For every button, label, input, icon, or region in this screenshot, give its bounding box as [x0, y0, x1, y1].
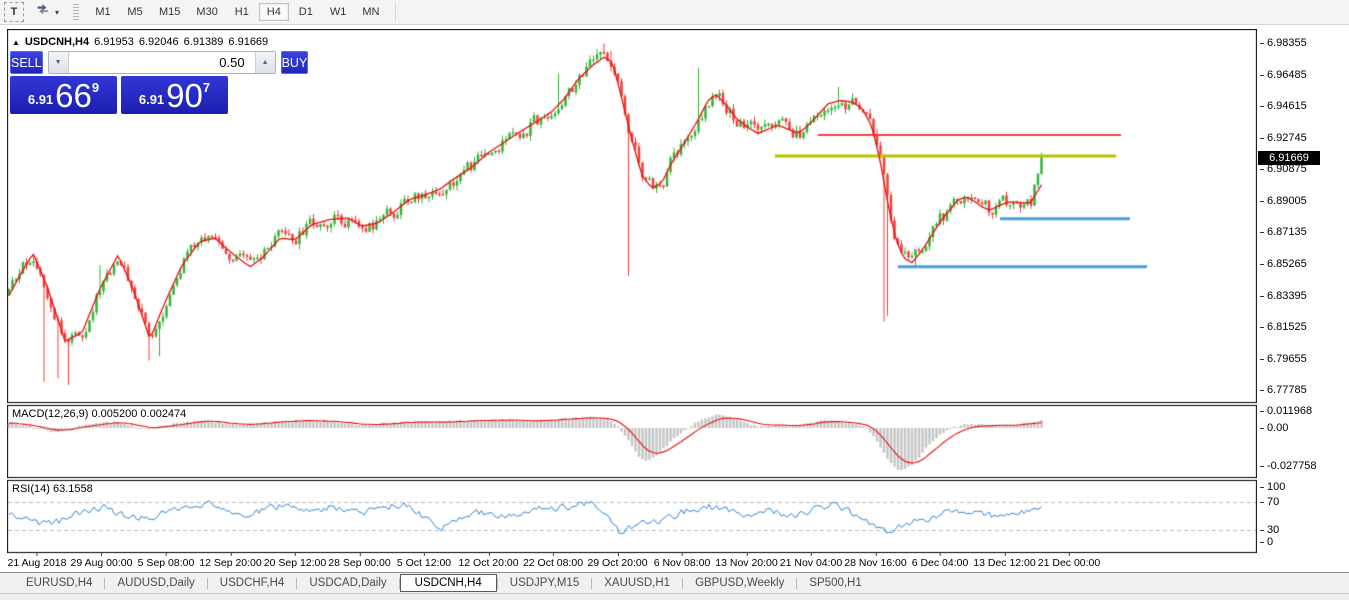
- text-tool-button[interactable]: T: [4, 2, 24, 22]
- macd-tick-label: 0.00: [1260, 422, 1288, 434]
- date-tick-label: 21 Dec 00:00: [1038, 557, 1100, 569]
- chart-tab-usdcad-daily[interactable]: USDCAD,Daily: [297, 575, 398, 591]
- date-tick-label: 5 Oct 12:00: [397, 557, 451, 569]
- timeframe-button-d1[interactable]: D1: [291, 3, 321, 21]
- buy-button[interactable]: BUY: [281, 51, 309, 74]
- price-tick-label: 6.77785: [1260, 384, 1307, 396]
- date-tick-label: 13 Nov 20:00: [715, 557, 777, 569]
- rsi-tick-label: 100: [1260, 481, 1285, 493]
- sell-price-prefix: 6.91: [28, 92, 53, 107]
- order-arrows-icon: [36, 4, 51, 21]
- timeframe-button-m15[interactable]: M15: [152, 3, 187, 21]
- date-tick-label: 29 Oct 20:00: [587, 557, 647, 569]
- date-tick-label: 6 Nov 08:00: [654, 557, 711, 569]
- top-toolbar: T ▾ M1M5M15M30H1H4D1W1MN: [0, 0, 1349, 25]
- date-tick-label: 21 Aug 2018: [8, 557, 67, 569]
- date-tick-label: 12 Oct 20:00: [458, 557, 518, 569]
- rsi-indicator-label: RSI(14) 63.1558: [12, 483, 93, 495]
- date-tick-label: 6 Dec 04:00: [912, 557, 969, 569]
- low-value: 6.91389: [184, 36, 224, 48]
- volume-input[interactable]: [69, 52, 255, 73]
- price-tick-label: 6.79655: [1260, 353, 1307, 365]
- price-axis: 6.983556.964856.946156.927456.908756.890…: [1258, 29, 1349, 554]
- sell-price-display[interactable]: 6.91 66 9: [10, 76, 117, 114]
- dropdown-caret-icon: ▾: [55, 8, 59, 17]
- price-tick-label: 6.83395: [1260, 290, 1307, 302]
- timeframe-toolbar: M1M5M15M30H1H4D1W1MN: [87, 0, 387, 25]
- price-tick-label: 6.85265: [1260, 258, 1307, 270]
- date-tick-label: 22 Oct 08:00: [523, 557, 583, 569]
- spinner-up-icon: ▲: [262, 59, 269, 66]
- rsi-tick-label: 70: [1260, 496, 1279, 508]
- macd-indicator-label: MACD(12,26,9) 0.005200 0.002474: [12, 408, 186, 420]
- chart-tab-sp500-h1[interactable]: SP500,H1: [797, 575, 873, 591]
- mt4-terminal-window: T ▾ M1M5M15M30H1H4D1W1MN ▲ USDCNH,H4 6.9…: [0, 0, 1349, 600]
- chart-tab-gbpusd-weekly[interactable]: GBPUSD,Weekly: [683, 575, 796, 591]
- sell-price-main: 66: [55, 81, 92, 111]
- price-tick-label: 6.94615: [1260, 100, 1307, 112]
- volume-stepper: ▼ ▲: [48, 51, 276, 74]
- volume-decrease-button[interactable]: ▼: [49, 52, 69, 73]
- order-arrows-button[interactable]: ▾: [32, 2, 63, 22]
- symbol-label: USDCNH,H4: [25, 36, 89, 48]
- chart-tab-usdjpy-m15[interactable]: USDJPY,M15: [498, 575, 591, 591]
- macd-tick-label: 0.011968: [1260, 405, 1312, 417]
- date-axis: 21 Aug 2018 29 Aug 00:00 5 Sep 08:00 12 Sep…: [7, 554, 1257, 572]
- collapse-arrow-icon: ▲: [12, 38, 20, 47]
- bottom-scroll-strip[interactable]: [0, 593, 1349, 600]
- spinner-down-icon: ▼: [55, 59, 62, 66]
- price-tick-label: 6.92745: [1260, 132, 1307, 144]
- price-tick-label: 6.96485: [1260, 69, 1307, 81]
- sell-button[interactable]: SELL: [10, 51, 43, 74]
- date-tick-label: 5 Sep 08:00: [138, 557, 195, 569]
- macd-tick-label: -0.027758: [1260, 460, 1317, 472]
- timeframe-button-m30[interactable]: M30: [189, 3, 224, 21]
- chart-tab-usdcnh-h4[interactable]: USDCNH,H4: [400, 574, 497, 592]
- price-tick-label: 6.89005: [1260, 195, 1307, 207]
- symbol-ohlc-line: ▲ USDCNH,H4 6.91953 6.92046 6.91389 6.91…: [12, 36, 268, 48]
- rsi-tick-label: 0: [1260, 536, 1273, 548]
- price-tick-label: 6.98355: [1260, 37, 1307, 49]
- timeframe-button-h4[interactable]: H4: [259, 3, 289, 21]
- one-click-trading-panel: SELL ▼ ▲ BUY 6.91 66 9 6.91 90 7: [10, 51, 228, 114]
- chart-tab-usdchf-h4[interactable]: USDCHF,H4: [208, 575, 297, 591]
- date-tick-label: 28 Nov 16:00: [844, 557, 906, 569]
- date-tick-label: 29 Aug 00:00: [71, 557, 133, 569]
- open-value: 6.91953: [94, 36, 134, 48]
- timeframe-button-m5[interactable]: M5: [120, 3, 150, 21]
- date-tick-label: 20 Sep 12:00: [264, 557, 326, 569]
- volume-increase-button[interactable]: ▲: [255, 52, 275, 73]
- chart-tab-audusd-daily[interactable]: AUDUSD,Daily: [105, 575, 206, 591]
- rsi-tick-label: 30: [1260, 524, 1279, 536]
- sell-price-pip: 9: [92, 80, 99, 95]
- chart-tab-xauusd-h1[interactable]: XAUUSD,H1: [592, 575, 682, 591]
- date-tick-label: 21 Nov 04:00: [780, 557, 842, 569]
- timeframe-button-m1[interactable]: M1: [88, 3, 118, 21]
- timeframe-button-w1[interactable]: W1: [323, 3, 354, 21]
- date-tick-label: 12 Sep 20:00: [199, 557, 261, 569]
- close-value: 6.91669: [228, 36, 268, 48]
- high-value: 6.92046: [139, 36, 179, 48]
- price-tick-label: 6.81525: [1260, 321, 1307, 333]
- buy-price-main: 90: [166, 81, 203, 111]
- toolbar-grip-handle[interactable]: [73, 4, 79, 20]
- date-tick-label: 13 Dec 12:00: [973, 557, 1035, 569]
- current-price-tag: 6.91669: [1258, 151, 1320, 165]
- toolbar-separator: [395, 2, 396, 22]
- timeframe-button-mn[interactable]: MN: [355, 3, 386, 21]
- chart-tab-bar: EURUSD,H4AUDUSD,DailyUSDCHF,H4USDCAD,Dai…: [0, 572, 1349, 593]
- buy-price-prefix: 6.91: [139, 92, 164, 107]
- chart-tab-eurusd-h4[interactable]: EURUSD,H4: [14, 575, 104, 591]
- date-tick-label: 28 Sep 00:00: [328, 557, 390, 569]
- buy-price-pip: 7: [203, 80, 210, 95]
- timeframe-button-h1[interactable]: H1: [227, 3, 257, 21]
- price-tick-label: 6.87135: [1260, 226, 1307, 238]
- buy-price-display[interactable]: 6.91 90 7: [121, 76, 228, 114]
